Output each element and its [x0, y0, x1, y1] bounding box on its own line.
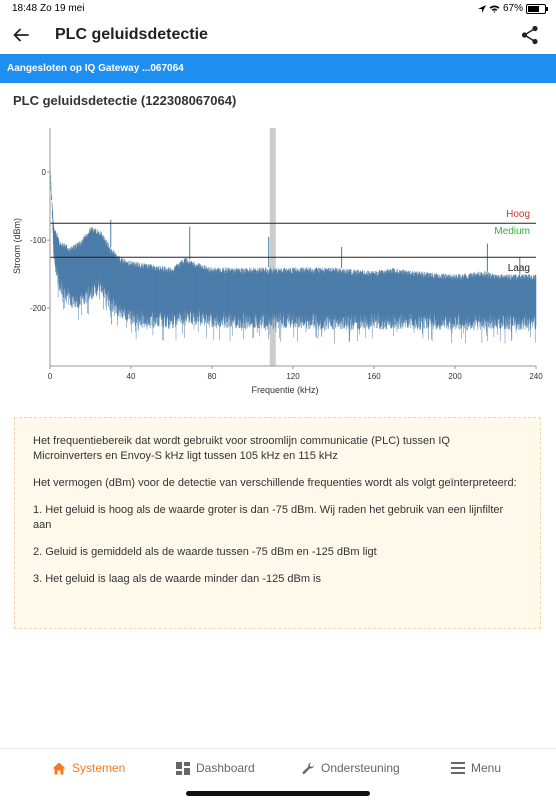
- battery-fill: [528, 5, 539, 12]
- x-tick-label: 240: [529, 372, 543, 381]
- x-tick-label: 0: [48, 372, 53, 381]
- back-arrow-icon[interactable]: [10, 24, 32, 46]
- nav-item-menu[interactable]: Menu: [451, 761, 501, 775]
- battery-percent: 67%: [502, 3, 523, 14]
- plc-noise-chart: Hoog Medium Laag 0 40 80 120 160 200 240 0 -100 -20…: [12, 128, 543, 395]
- location-icon: [477, 4, 486, 13]
- plot-area: [49, 159, 537, 344]
- y-axis-label: Stroom (dBm): [12, 218, 22, 274]
- info-paragraph-range: Het frequentiebereik dat wordt gebruikt …: [33, 435, 450, 462]
- info-paragraph-medium: 2. Geluid is gemiddeld als de waarde tus…: [33, 546, 377, 558]
- info-paragraph-low: 3. Het geluid is laag als de waarde mind…: [33, 573, 321, 585]
- threshold-label-hoog: Hoog: [506, 209, 530, 220]
- nav-label-systemen: Systemen: [72, 761, 126, 775]
- nav-label-menu: Menu: [471, 761, 502, 775]
- connection-banner: Aangesloten op IQ Gateway ...067064: [0, 54, 556, 83]
- battery-icon: [526, 3, 548, 14]
- page-title: PLC geluidsdetectie: [55, 26, 208, 43]
- info-box: Het frequentiebereik dat wordt gebruikt …: [14, 417, 541, 629]
- info-paragraph-interpretation: Het vermogen (dBm) voor de detectie van …: [33, 477, 517, 489]
- highlight-band: [269, 128, 276, 366]
- section-title: PLC geluidsdetectie (122308067064): [13, 93, 237, 108]
- home-indicator: [186, 791, 370, 796]
- app-header: PLC geluidsdetectie: [0, 18, 556, 54]
- threshold-label-laag: Laag: [508, 263, 530, 274]
- info-paragraph-high: 1. Het geluid is hoog als de waarde grot…: [33, 504, 504, 531]
- nav-label-ondersteuning: Ondersteuning: [321, 761, 400, 775]
- wifi-icon: [489, 5, 500, 13]
- x-tick-label: 160: [367, 372, 381, 381]
- share-icon[interactable]: [520, 24, 540, 46]
- status-right: 67%: [477, 3, 548, 14]
- nav-label-dashboard: Dashboard: [196, 761, 255, 775]
- y-tick-label: -200: [30, 304, 47, 313]
- x-tick-label: 40: [127, 372, 136, 381]
- home-icon: [52, 762, 66, 774]
- x-tick-label: 120: [286, 372, 300, 381]
- wrench-icon: [302, 762, 314, 774]
- status-time: 18:48: [12, 3, 38, 14]
- y-tick-label: 0: [42, 168, 47, 177]
- x-axis-label: Frequentie (kHz): [251, 385, 318, 395]
- nav-item-systemen[interactable]: Systemen: [52, 761, 125, 775]
- nav-item-dashboard[interactable]: Dashboard: [176, 761, 255, 775]
- menu-icon: [451, 762, 465, 774]
- threshold-label-medium: Medium: [494, 226, 530, 237]
- spectrum-trace: [49, 159, 537, 344]
- x-tick-label: 80: [208, 372, 217, 381]
- dashboard-icon: [176, 761, 190, 775]
- nav-item-ondersteuning[interactable]: Ondersteuning: [302, 761, 400, 775]
- status-date: Zo 19 mei: [40, 3, 85, 14]
- y-tick-label: -100: [30, 236, 47, 245]
- status-bar: 18:48 Zo 19 mei 67%: [0, 0, 556, 18]
- x-tick-label: 200: [448, 372, 462, 381]
